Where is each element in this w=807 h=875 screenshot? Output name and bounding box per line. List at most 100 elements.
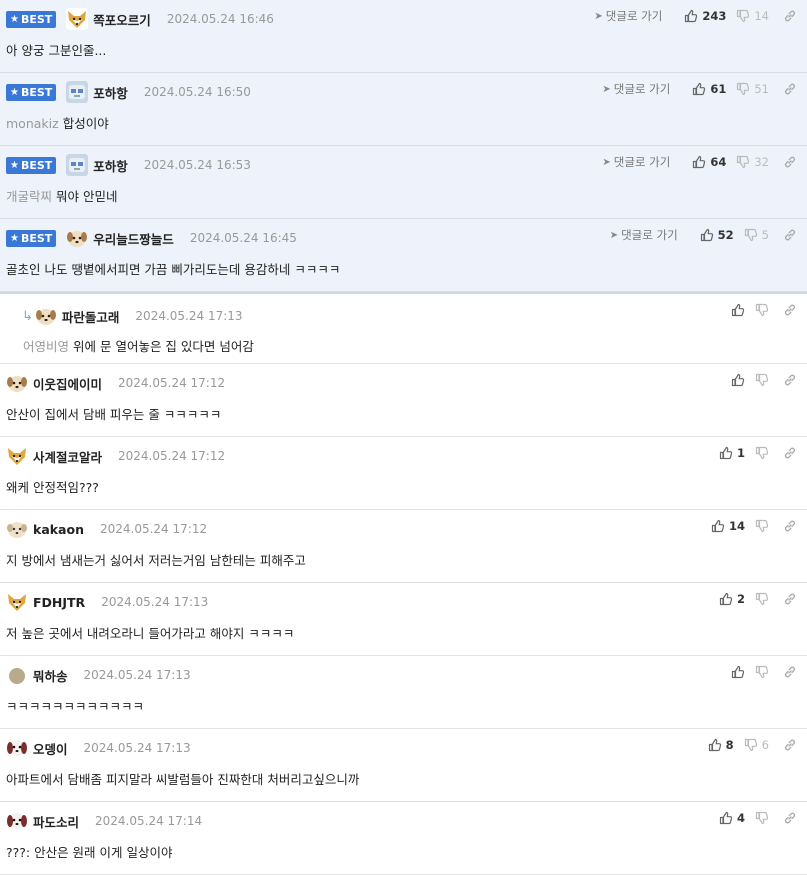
- avatar[interactable]: [6, 591, 28, 613]
- comment-author[interactable]: 이웃집에이미: [33, 374, 102, 393]
- reply-target-nick[interactable]: monakiz: [6, 116, 59, 131]
- comment-header: ★ BEST 포하항 2024.05.24 16:53: [6, 154, 251, 176]
- comment-author[interactable]: 포하항: [93, 83, 128, 102]
- comment-author[interactable]: 오뎅이: [33, 739, 68, 758]
- like-button[interactable]: [731, 665, 745, 679]
- comment-author[interactable]: 파란돌고래: [62, 307, 120, 326]
- comment-author[interactable]: FDHJTR: [33, 595, 85, 610]
- thumbs-down-icon: [755, 811, 769, 825]
- share-link-button[interactable]: [783, 9, 797, 23]
- share-link-button[interactable]: [783, 665, 797, 679]
- share-link-button[interactable]: [783, 303, 797, 317]
- goto-comment-label: 댓글로 가기: [605, 9, 663, 23]
- like-button[interactable]: 1: [719, 446, 745, 460]
- dislike-count: 14: [754, 9, 769, 23]
- star-icon: ★: [10, 86, 19, 98]
- share-link-button[interactable]: [783, 155, 797, 169]
- like-button[interactable]: 61: [692, 82, 726, 96]
- thumbs-up-icon: [731, 373, 745, 387]
- link-icon: [783, 9, 797, 23]
- avatar[interactable]: [66, 81, 88, 103]
- dislike-button[interactable]: [755, 303, 769, 317]
- share-link-button[interactable]: [783, 228, 797, 242]
- dislike-button[interactable]: [755, 519, 769, 533]
- like-count: 61: [710, 82, 727, 96]
- goto-comment-label: 댓글로 가기: [613, 82, 671, 96]
- thumbs-up-icon: [731, 665, 745, 679]
- dislike-button[interactable]: 5: [744, 228, 769, 242]
- thumbs-down-icon: [755, 373, 769, 387]
- comment-author[interactable]: 사계절코알라: [33, 447, 102, 466]
- send-arrow-icon: ➤: [602, 83, 611, 95]
- star-icon: ★: [10, 159, 19, 171]
- reply-arrow-icon: ↳: [22, 308, 33, 324]
- like-button[interactable]: 8: [708, 738, 734, 752]
- thumbs-down-icon: [744, 228, 758, 242]
- comment-header: ★ BEST 쪽포오르기 2024.05.24 16:46: [6, 8, 274, 30]
- reply-target-nick[interactable]: 어영비영: [23, 339, 69, 354]
- dislike-button[interactable]: [755, 446, 769, 460]
- comment-text: 합성이야: [62, 116, 109, 131]
- goto-comment-link[interactable]: ➤ 댓글로 가기: [594, 8, 662, 24]
- comment-author[interactable]: 쪽포오르기: [93, 10, 151, 29]
- comment-body: 왜케 안정적임???: [6, 477, 99, 496]
- comment-item: kakaon 2024.05.24 17:12 지 방에서 냄새는거 싫어서 저…: [0, 510, 807, 583]
- like-count: 64: [710, 155, 727, 169]
- dislike-button[interactable]: [755, 592, 769, 606]
- like-button[interactable]: 64: [692, 155, 726, 169]
- share-link-button[interactable]: [783, 373, 797, 387]
- link-icon: [783, 228, 797, 242]
- like-button[interactable]: 4: [719, 811, 745, 825]
- comment-author[interactable]: 우리늘드짱늘드: [93, 229, 174, 248]
- goto-comment-link[interactable]: ➤ 댓글로 가기: [602, 81, 670, 97]
- link-icon: [783, 592, 797, 606]
- dislike-button[interactable]: 51: [736, 82, 769, 96]
- share-link-button[interactable]: [783, 592, 797, 606]
- avatar[interactable]: [6, 737, 28, 759]
- avatar[interactable]: [6, 372, 28, 394]
- comment-author[interactable]: kakaon: [33, 522, 84, 537]
- thumbs-up-icon: [684, 9, 698, 23]
- comment-text: ㅋㅋㅋㅋㅋㅋㅋㅋㅋㅋㅋㅋ: [6, 699, 145, 714]
- goto-comment-link[interactable]: ➤ 댓글로 가기: [610, 227, 678, 243]
- avatar[interactable]: [35, 305, 57, 327]
- share-link-button[interactable]: [783, 82, 797, 96]
- share-link-button[interactable]: [783, 446, 797, 460]
- comment-author[interactable]: 포하항: [93, 156, 128, 175]
- comment-author[interactable]: 파도소리: [33, 812, 79, 831]
- dislike-button[interactable]: 14: [736, 9, 769, 23]
- share-link-button[interactable]: [783, 811, 797, 825]
- share-link-button[interactable]: [783, 519, 797, 533]
- goto-comment-link[interactable]: ➤ 댓글로 가기: [602, 154, 670, 170]
- thumbs-down-icon: [736, 82, 750, 96]
- reply-target-nick[interactable]: 개굴락찌: [6, 189, 52, 204]
- best-badge-label: BEST: [20, 85, 53, 99]
- dislike-button[interactable]: [755, 665, 769, 679]
- like-button[interactable]: 2: [719, 592, 745, 606]
- dislike-button[interactable]: 6: [744, 738, 769, 752]
- avatar[interactable]: [66, 227, 88, 249]
- avatar[interactable]: [6, 664, 28, 686]
- comment-header: 뭐하송 2024.05.24 17:13: [6, 664, 191, 686]
- comment-author[interactable]: 뭐하송: [33, 666, 68, 685]
- comment-text: 위에 문 열어놓은 집 있다면 넘어감: [73, 339, 254, 354]
- comment-date: 2024.05.24 17:12: [118, 449, 226, 463]
- dislike-button[interactable]: [755, 373, 769, 387]
- share-link-button[interactable]: [783, 738, 797, 752]
- dislike-button[interactable]: [755, 811, 769, 825]
- avatar[interactable]: [66, 154, 88, 176]
- like-count: 1: [736, 446, 745, 460]
- like-button[interactable]: 14: [711, 519, 745, 533]
- avatar[interactable]: [6, 518, 28, 540]
- dislike-button[interactable]: 32: [736, 155, 769, 169]
- like-button[interactable]: [731, 373, 745, 387]
- avatar[interactable]: [6, 445, 28, 467]
- link-icon: [783, 811, 797, 825]
- comment-text: ???: 안산은 원래 이게 일상이야: [6, 845, 173, 860]
- avatar[interactable]: [6, 810, 28, 832]
- star-icon: ★: [10, 13, 19, 25]
- avatar[interactable]: [66, 8, 88, 30]
- like-button[interactable]: [731, 303, 745, 317]
- like-button[interactable]: 243: [684, 9, 726, 23]
- like-button[interactable]: 52: [700, 228, 734, 242]
